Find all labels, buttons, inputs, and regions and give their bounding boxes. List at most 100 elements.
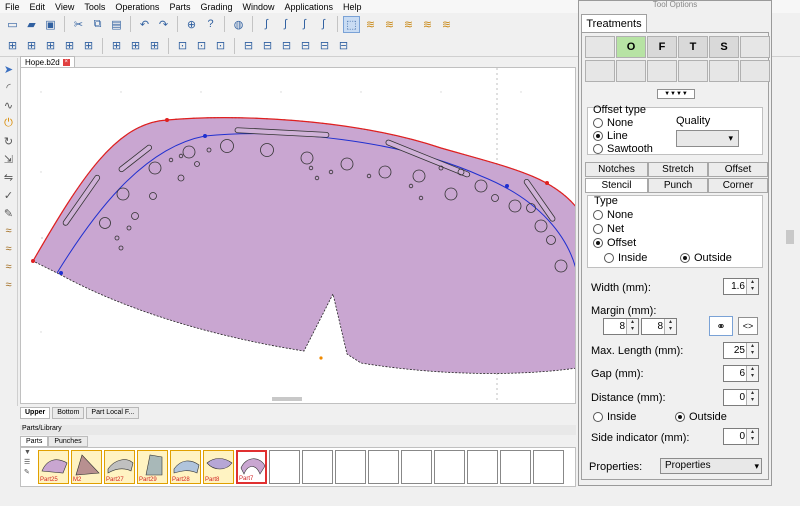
tab-parts[interactable]: Parts <box>20 436 49 447</box>
cut-icon[interactable]: ✂ <box>70 16 87 33</box>
grid-tool-6-icon[interactable]: ⊞ <box>108 37 125 54</box>
tab-punch[interactable]: Punch <box>648 178 708 193</box>
part-thumbnail[interactable]: Part25 <box>38 450 69 484</box>
menu-help[interactable]: Help <box>338 2 367 12</box>
control-point[interactable] <box>165 118 169 122</box>
filter-icon[interactable]: ▼ <box>24 449 36 456</box>
part-slot-empty[interactable] <box>401 450 432 484</box>
control-point[interactable] <box>505 184 509 188</box>
rotate-icon[interactable]: ↻ <box>2 134 16 148</box>
shoe-part-icon[interactable]: ≋ <box>362 16 379 33</box>
tab-bottom[interactable]: Bottom <box>52 407 85 419</box>
grid-tool-3-icon[interactable]: ⊞ <box>42 37 59 54</box>
part-slot-empty[interactable] <box>500 450 531 484</box>
select-part-icon[interactable]: ⬚ <box>343 15 360 33</box>
stencil-type-net-radio[interactable] <box>593 224 603 234</box>
curve-tool-3-icon[interactable]: ∫ <box>296 16 313 33</box>
shoe-tool-3-icon[interactable]: ≈ <box>2 260 16 274</box>
part-thumbnail[interactable]: Part8 <box>203 450 234 484</box>
width-input[interactable]: 1.6 <box>723 278 759 295</box>
treatment-button-o[interactable]: O <box>616 36 646 58</box>
part-thumbnail[interactable]: Part28 <box>170 450 201 484</box>
part-thumbnail[interactable]: Part27 <box>104 450 135 484</box>
power-icon[interactable]: ⏻ <box>2 116 16 130</box>
document-tab[interactable]: Hope.b2d × <box>20 56 75 67</box>
swap-arrows-icon[interactable]: <> <box>738 317 758 335</box>
control-point[interactable] <box>203 134 207 138</box>
align-tool-5-icon[interactable]: ⊟ <box>316 37 333 54</box>
list-icon[interactable]: ☰ <box>24 458 36 466</box>
treatment-button-f[interactable]: F <box>647 36 677 58</box>
menu-grading[interactable]: Grading <box>195 2 237 12</box>
tab-upper[interactable]: Upper <box>20 407 51 419</box>
shoe-part-3-icon[interactable]: ≋ <box>400 16 417 33</box>
drawing-canvas[interactable] <box>20 67 576 404</box>
grid-tool-icon[interactable]: ⊞ <box>4 37 21 54</box>
open-folder-icon[interactable]: ▰ <box>23 16 40 33</box>
pointer-icon[interactable]: ➤ <box>2 62 16 76</box>
stencil-side-outside-radio[interactable] <box>680 253 690 263</box>
part-slot-empty[interactable] <box>302 450 333 484</box>
tab-notches[interactable]: Notches <box>585 162 648 177</box>
treatment-button-empty[interactable] <box>740 60 770 82</box>
treatment-button-empty[interactable] <box>585 60 615 82</box>
distance-outside-radio[interactable] <box>675 412 685 422</box>
distance-input[interactable]: 0 <box>723 389 759 406</box>
new-file-icon[interactable]: ▭ <box>4 16 21 33</box>
grid-tool-7-icon[interactable]: ⊞ <box>127 37 144 54</box>
node-tool-2-icon[interactable]: ⊡ <box>193 37 210 54</box>
control-point[interactable] <box>545 181 549 185</box>
curve-tool-icon[interactable]: ∫ <box>258 16 275 33</box>
save-icon[interactable]: ▣ <box>42 16 59 33</box>
freehand-icon[interactable]: ∿ <box>2 98 16 112</box>
part-slot-empty[interactable] <box>269 450 300 484</box>
copy-icon[interactable]: ⧉ <box>89 16 106 33</box>
tab-part-local[interactable]: Part Local F... <box>86 407 140 419</box>
grid-tool-4-icon[interactable]: ⊞ <box>61 37 78 54</box>
mirror-icon[interactable]: ⇋ <box>2 170 16 184</box>
right-scrollbar[interactable] <box>786 230 794 244</box>
treatment-button-t[interactable]: T <box>678 36 708 58</box>
menu-window[interactable]: Window <box>237 2 279 12</box>
quality-select[interactable]: ▾ <box>676 130 739 147</box>
margin-input-1[interactable]: 8 <box>603 318 639 335</box>
stretch-icon[interactable]: ⇲ <box>2 152 16 166</box>
arc-icon[interactable]: ◜ <box>2 80 16 94</box>
grid-tool-5-icon[interactable]: ⊞ <box>80 37 97 54</box>
shoe-part-4-icon[interactable]: ≋ <box>419 16 436 33</box>
align-tool-icon[interactable]: ⊟ <box>240 37 257 54</box>
part-slot-empty[interactable] <box>533 450 564 484</box>
properties-select[interactable]: Properties <box>660 458 762 474</box>
distance-inside-radio[interactable] <box>593 412 603 422</box>
web-icon[interactable]: ◍ <box>230 16 247 33</box>
offset-type-none-radio[interactable] <box>593 118 603 128</box>
tab-stencil[interactable]: Stencil <box>585 178 648 193</box>
menu-tools[interactable]: Tools <box>79 2 110 12</box>
tab-stretch[interactable]: Stretch <box>648 162 708 177</box>
part-slot-empty[interactable] <box>434 450 465 484</box>
control-point[interactable] <box>31 259 35 263</box>
part-slot-empty[interactable] <box>368 450 399 484</box>
redo-icon[interactable]: ↷ <box>155 16 172 33</box>
tab-treatments[interactable]: Treatments <box>581 14 647 33</box>
stencil-side-inside-radio[interactable] <box>604 253 614 263</box>
part-slot-empty[interactable] <box>335 450 366 484</box>
max-length-input[interactable]: 25 <box>723 342 759 359</box>
shoe-part-2-icon[interactable]: ≋ <box>381 16 398 33</box>
part-thumbnail[interactable]: Part29 <box>137 450 168 484</box>
side-indicator-input[interactable]: 0 <box>723 428 759 445</box>
part-thumbnail-current[interactable]: Part7 <box>236 450 267 484</box>
menu-parts[interactable]: Parts <box>164 2 195 12</box>
pattern-part[interactable] <box>32 117 576 374</box>
expand-arrows-icon[interactable]: ▼▼▼▼ <box>657 89 695 99</box>
menu-file[interactable]: File <box>0 2 25 12</box>
close-icon[interactable]: × <box>62 58 70 66</box>
edit-icon[interactable]: ✎ <box>24 468 36 476</box>
shoe-tool-icon[interactable]: ≈ <box>2 224 16 238</box>
stencil-type-none-radio[interactable] <box>593 210 603 220</box>
treatment-button-empty[interactable] <box>647 60 677 82</box>
margin-input-2[interactable]: 8 <box>641 318 677 335</box>
zoom-icon[interactable]: ⊕ <box>183 16 200 33</box>
undo-icon[interactable]: ↶ <box>136 16 153 33</box>
help-icon[interactable]: ? <box>202 16 219 33</box>
